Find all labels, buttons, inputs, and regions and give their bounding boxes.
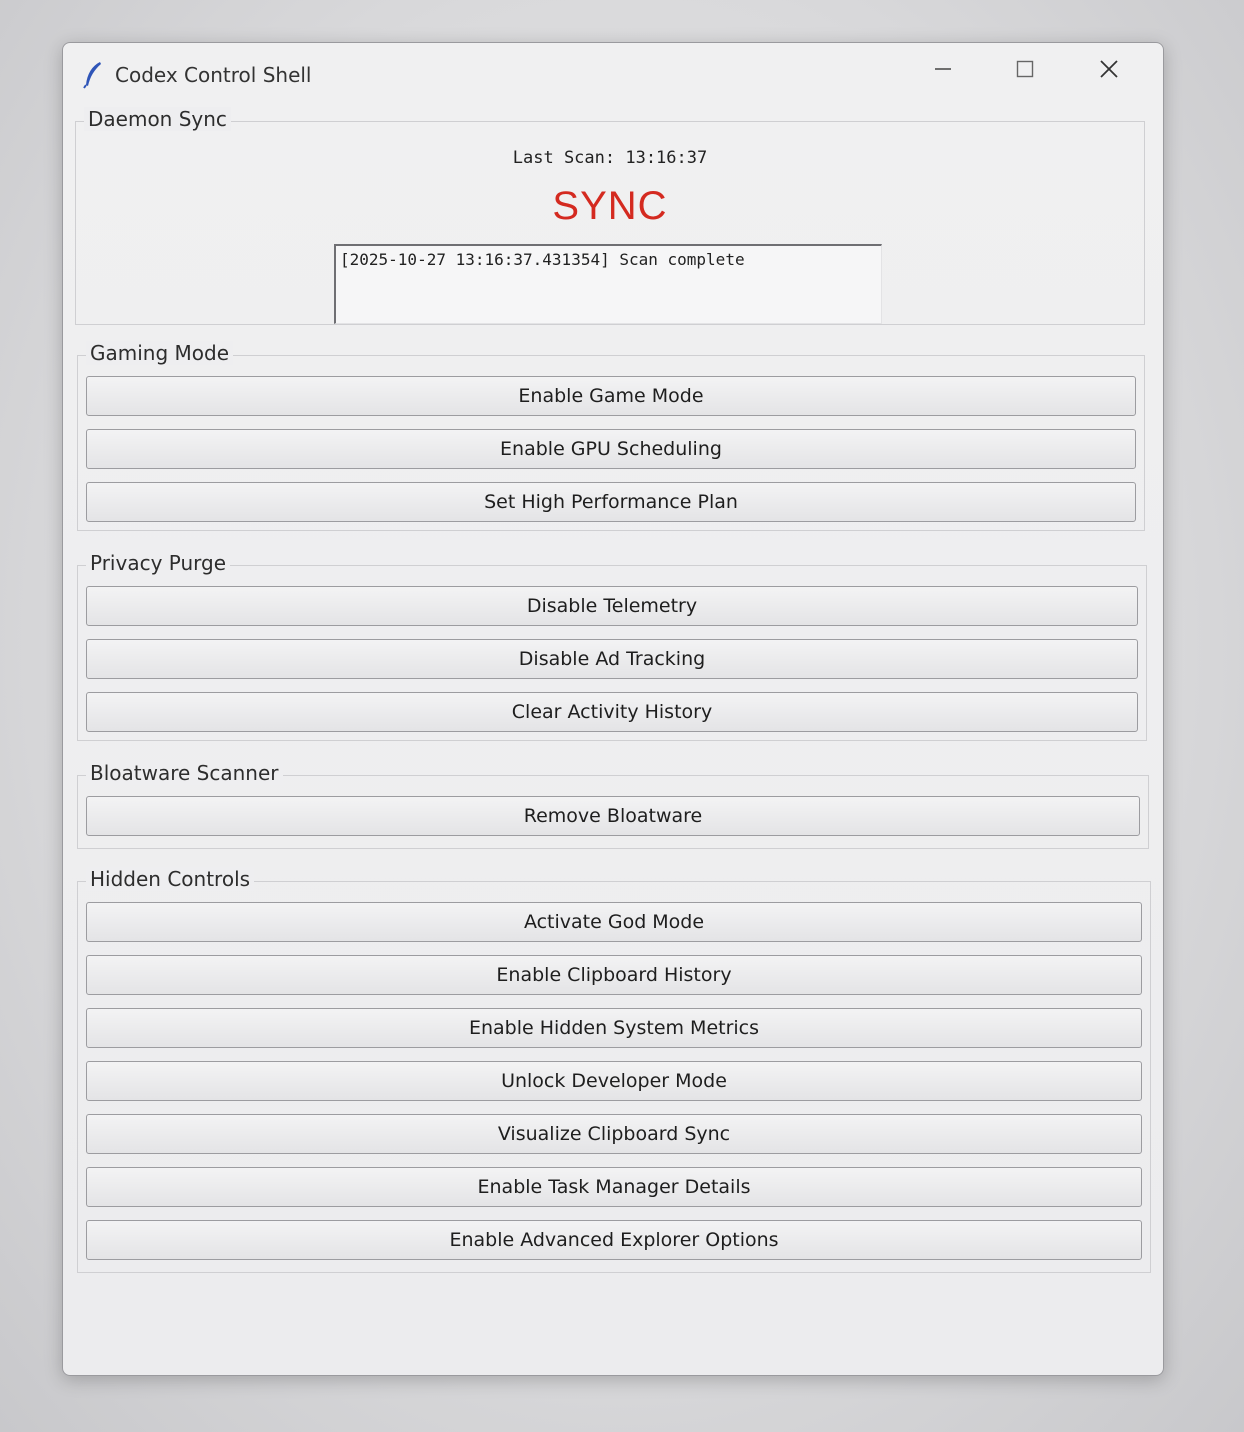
bloatware-scanner-label: Bloatware Scanner: [86, 761, 283, 785]
last-scan-text: Last Scan: 13:16:37: [512, 148, 708, 168]
enable-clipboard-history-button[interactable]: Enable Clipboard History: [86, 955, 1142, 995]
remove-bloatware-button[interactable]: Remove Bloatware: [86, 796, 1140, 836]
privacy-purge-label: Privacy Purge: [86, 551, 231, 575]
activate-god-mode-button[interactable]: Activate God Mode: [86, 902, 1142, 942]
bloatware-scanner-group: Bloatware Scanner Remove Bloatware: [77, 761, 1149, 849]
set-high-performance-plan-button[interactable]: Set High Performance Plan: [86, 482, 1136, 522]
gaming-mode-label: Gaming Mode: [86, 341, 234, 365]
enable-task-manager-details-button[interactable]: Enable Task Manager Details: [86, 1167, 1142, 1207]
close-button[interactable]: [1077, 49, 1141, 89]
feather-icon: [83, 61, 103, 89]
maximize-button[interactable]: [993, 49, 1057, 89]
sync-status: SYNC: [552, 184, 668, 228]
unlock-developer-mode-button[interactable]: Unlock Developer Mode: [86, 1061, 1142, 1101]
hidden-controls-group: Hidden Controls Activate God Mode Enable…: [77, 867, 1151, 1273]
enable-game-mode-button[interactable]: Enable Game Mode: [86, 376, 1136, 416]
gaming-mode-group: Gaming Mode Enable Game Mode Enable GPU …: [77, 341, 1145, 531]
disable-ad-tracking-button[interactable]: Disable Ad Tracking: [86, 639, 1138, 679]
privacy-purge-group: Privacy Purge Disable Telemetry Disable …: [77, 551, 1147, 741]
minimize-button[interactable]: [911, 49, 975, 89]
scan-log[interactable]: [2025-10-27 13:16:37.431354] Scan comple…: [334, 244, 882, 324]
daemon-sync-label: Daemon Sync: [84, 107, 231, 131]
title-bar: Codex Control Shell: [63, 43, 1163, 105]
window-title: Codex Control Shell: [115, 63, 312, 87]
enable-hidden-system-metrics-button[interactable]: Enable Hidden System Metrics: [86, 1008, 1142, 1048]
visualize-clipboard-sync-button[interactable]: Visualize Clipboard Sync: [86, 1114, 1142, 1154]
hidden-controls-label: Hidden Controls: [86, 867, 255, 891]
daemon-sync-group: Daemon Sync Last Scan: 13:16:37 SYNC [20…: [75, 107, 1145, 325]
app-window: Codex Control Shell Daemon Sync Last Sca…: [62, 42, 1164, 1376]
disable-telemetry-button[interactable]: Disable Telemetry: [86, 586, 1138, 626]
clear-activity-history-button[interactable]: Clear Activity History: [86, 692, 1138, 732]
enable-gpu-scheduling-button[interactable]: Enable GPU Scheduling: [86, 429, 1136, 469]
enable-advanced-explorer-options-button[interactable]: Enable Advanced Explorer Options: [86, 1220, 1142, 1260]
